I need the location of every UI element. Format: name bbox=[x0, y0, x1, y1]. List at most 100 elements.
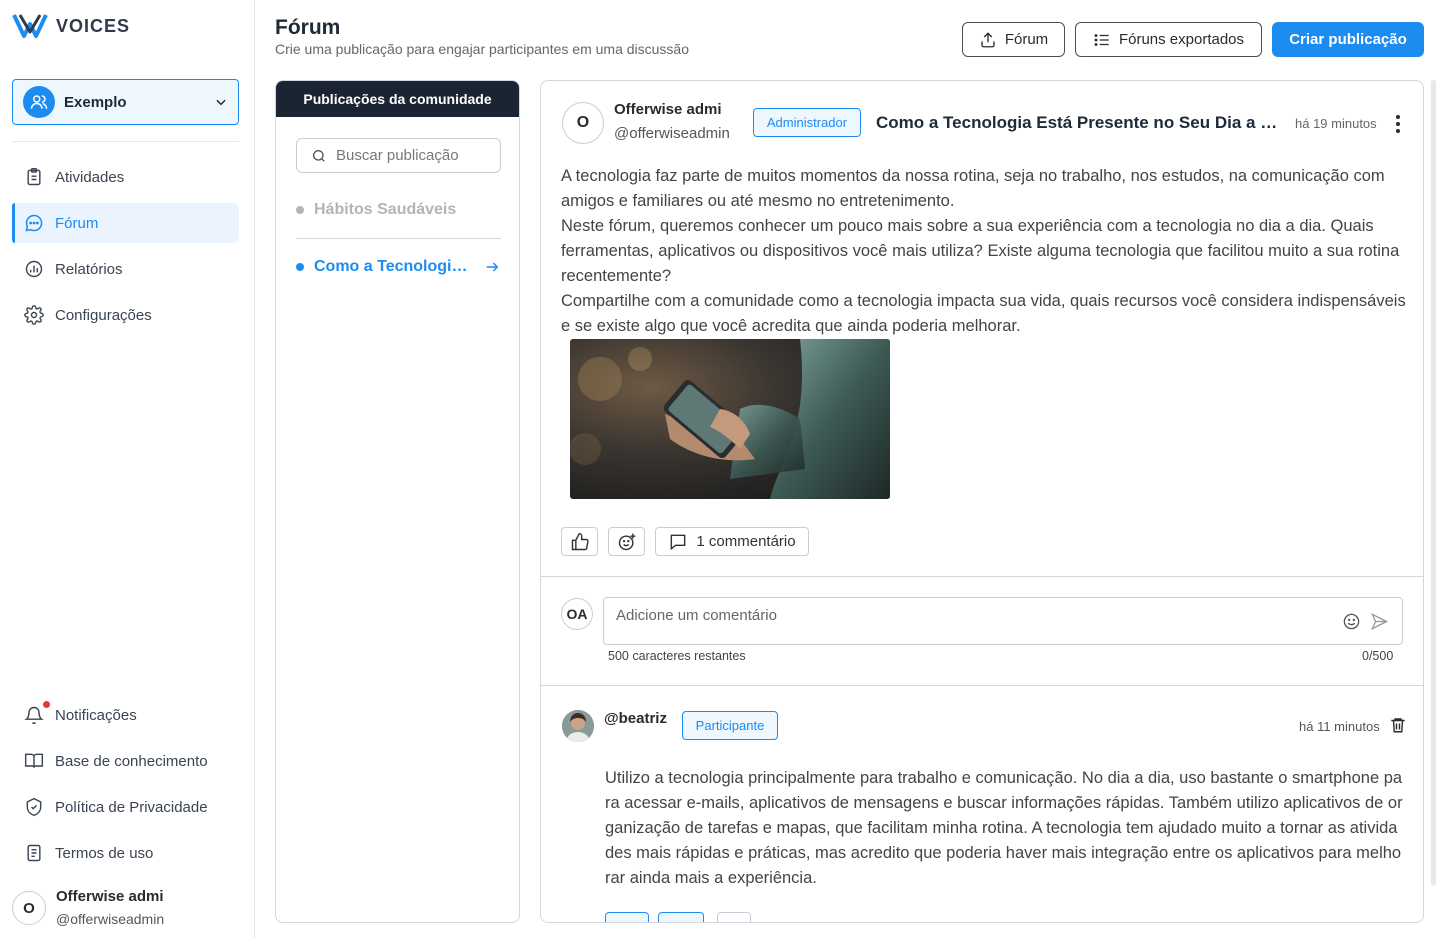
document-icon bbox=[27, 844, 41, 862]
character-counter: 0/500 bbox=[1362, 649, 1394, 663]
sidebar-item-label: Relatórios bbox=[55, 260, 123, 278]
user-photo bbox=[562, 710, 594, 742]
emoji-icon[interactable] bbox=[1342, 612, 1361, 631]
chat-icon bbox=[25, 214, 43, 232]
sidebar-item-relatorios[interactable]: Relatórios bbox=[12, 249, 239, 289]
exported-forums-button[interactable]: Fóruns exportados bbox=[1075, 22, 1262, 57]
sidebar-item-label: Notificações bbox=[55, 706, 137, 724]
brand-name: VOICES bbox=[56, 15, 131, 36]
workspace-selector[interactable]: Exemplo bbox=[12, 79, 239, 125]
add-reaction-button[interactable] bbox=[717, 912, 751, 922]
post-detail-panel: O Offerwise admi @offerwiseadmin Adminis… bbox=[540, 80, 1424, 923]
post-paragraph: Neste fórum, queremos conhecer um pouco … bbox=[561, 217, 1400, 285]
community-posts-panel: Publicações da comunidade Buscar publica… bbox=[275, 80, 520, 923]
search-placeholder: Buscar publicação bbox=[336, 147, 459, 164]
comment-body: Utilizo a tecnologia principalmente para… bbox=[605, 769, 1403, 887]
sidebar-item-label: Configurações bbox=[55, 306, 152, 324]
sidebar-item-label: Política de Privacidade bbox=[55, 798, 208, 816]
sidebar-item-label: Base de conhecimento bbox=[55, 752, 208, 770]
comment-composer bbox=[603, 597, 1403, 645]
bell-icon bbox=[24, 706, 44, 725]
post-timestamp: há 19 minutos bbox=[1295, 116, 1377, 131]
voices-logo-icon bbox=[12, 14, 48, 38]
post-author-handle: @offerwiseadmin bbox=[614, 125, 730, 142]
avatar: O bbox=[12, 891, 46, 925]
shield-icon bbox=[26, 797, 42, 817]
comments-button[interactable]: 1 commentário bbox=[655, 527, 809, 556]
sidebar-item-termos-uso[interactable]: Termos de uso bbox=[12, 833, 239, 873]
sidebar-divider bbox=[12, 141, 239, 142]
trash-icon[interactable] bbox=[1389, 715, 1407, 735]
post-list-item-selected[interactable]: Como a Tecnologia Está Presente no Seu D… bbox=[296, 258, 501, 276]
exported-forums-label: Fóruns exportados bbox=[1118, 31, 1245, 48]
role-badge: Administrador bbox=[753, 108, 861, 137]
divider bbox=[541, 685, 1423, 686]
export-forum-label: Fórum bbox=[1004, 31, 1049, 48]
post-list-item-label: Como a Tecnologia Está Presente no Seu D… bbox=[314, 258, 474, 275]
export-forum-button[interactable]: Fórum bbox=[962, 22, 1065, 57]
more-options-icon[interactable] bbox=[1389, 113, 1407, 135]
clipboard-icon bbox=[27, 167, 41, 186]
comment-timestamp: há 11 minutos bbox=[1299, 719, 1380, 734]
sidebar-item-configuracoes[interactable]: Configurações bbox=[12, 295, 239, 335]
page-title: Fórum bbox=[275, 16, 341, 39]
arrow-right-icon bbox=[486, 262, 499, 272]
book-icon bbox=[24, 753, 44, 768]
status-dot bbox=[296, 263, 304, 271]
emoji-reaction-chip[interactable] bbox=[658, 912, 704, 922]
search-icon bbox=[313, 149, 325, 162]
post-paragraph: Compartilhe com a comunidade como a tecn… bbox=[561, 292, 1406, 335]
add-reaction-button[interactable] bbox=[608, 527, 645, 556]
sidebar-item-atividades[interactable]: Atividades bbox=[12, 157, 239, 197]
sidebar-item-notificacoes[interactable]: Notificações bbox=[12, 695, 239, 735]
comment-author: @beatriz bbox=[604, 710, 667, 727]
like-reaction-chip[interactable] bbox=[605, 912, 649, 922]
thumbs-up-icon bbox=[571, 532, 589, 550]
sidebar-item-label: Atividades bbox=[55, 168, 125, 186]
sidebar-item-label: Fórum bbox=[55, 214, 99, 232]
comment-icon bbox=[671, 534, 686, 550]
send-icon[interactable] bbox=[1370, 612, 1389, 631]
logo[interactable]: VOICES bbox=[12, 12, 130, 40]
role-badge: Participante bbox=[682, 711, 778, 740]
users-icon bbox=[23, 86, 55, 118]
sidebar-item-forum[interactable]: Fórum bbox=[12, 203, 239, 243]
comments-count-label: 1 commentário bbox=[696, 533, 796, 550]
user-name: Offerwise admi bbox=[56, 888, 164, 905]
search-input[interactable]: Buscar publicação bbox=[296, 138, 501, 173]
sidebar: VOICES Exemplo Atividades Fórum Relatóri… bbox=[0, 0, 255, 938]
avatar[interactable] bbox=[562, 710, 594, 742]
post-title: Como a Tecnologia Está Presente no Seu D… bbox=[876, 113, 1286, 132]
like-button[interactable] bbox=[561, 527, 598, 556]
page-subtitle: Crie uma publicação para engajar partici… bbox=[275, 41, 689, 57]
sidebar-item-label: Termos de uso bbox=[55, 844, 154, 862]
chart-icon bbox=[25, 260, 43, 278]
smartphone-photo bbox=[570, 339, 890, 499]
post-author: Offerwise admi bbox=[614, 101, 722, 118]
create-post-button[interactable]: Criar publicação bbox=[1272, 22, 1424, 57]
user-handle: @offerwiseadmin bbox=[56, 911, 165, 927]
comment-input[interactable] bbox=[616, 607, 1316, 624]
notification-dot bbox=[43, 701, 50, 708]
post-body: A tecnologia faz parte de muitos momento… bbox=[561, 164, 1409, 339]
chevron-down-icon bbox=[216, 99, 226, 106]
list-icon bbox=[1094, 33, 1109, 46]
avatar[interactable]: O bbox=[562, 102, 604, 144]
community-posts-title: Publicações da comunidade bbox=[276, 81, 519, 117]
post-paragraph: A tecnologia faz parte de muitos momento… bbox=[561, 167, 1385, 210]
avatar: OA bbox=[561, 598, 593, 630]
post-list-item[interactable]: Hábitos Saudáveis bbox=[296, 201, 501, 219]
divider bbox=[541, 576, 1423, 577]
gear-icon bbox=[24, 305, 44, 325]
emoji-add-icon bbox=[618, 533, 635, 550]
current-user[interactable]: O Offerwise admi @offerwiseadmin bbox=[12, 886, 164, 930]
create-post-label: Criar publicação bbox=[1289, 31, 1407, 48]
post-list-item-label: Hábitos Saudáveis bbox=[314, 201, 457, 218]
scrollbar[interactable] bbox=[1431, 80, 1436, 886]
sidebar-item-politica-privacidade[interactable]: Política de Privacidade bbox=[12, 787, 239, 827]
post-image[interactable] bbox=[570, 339, 890, 499]
characters-remaining: 500 caracteres restantes bbox=[608, 649, 746, 663]
workspace-name: Exemplo bbox=[64, 93, 127, 111]
sidebar-item-base-conhecimento[interactable]: Base de conhecimento bbox=[12, 741, 239, 781]
upload-icon bbox=[981, 31, 995, 47]
